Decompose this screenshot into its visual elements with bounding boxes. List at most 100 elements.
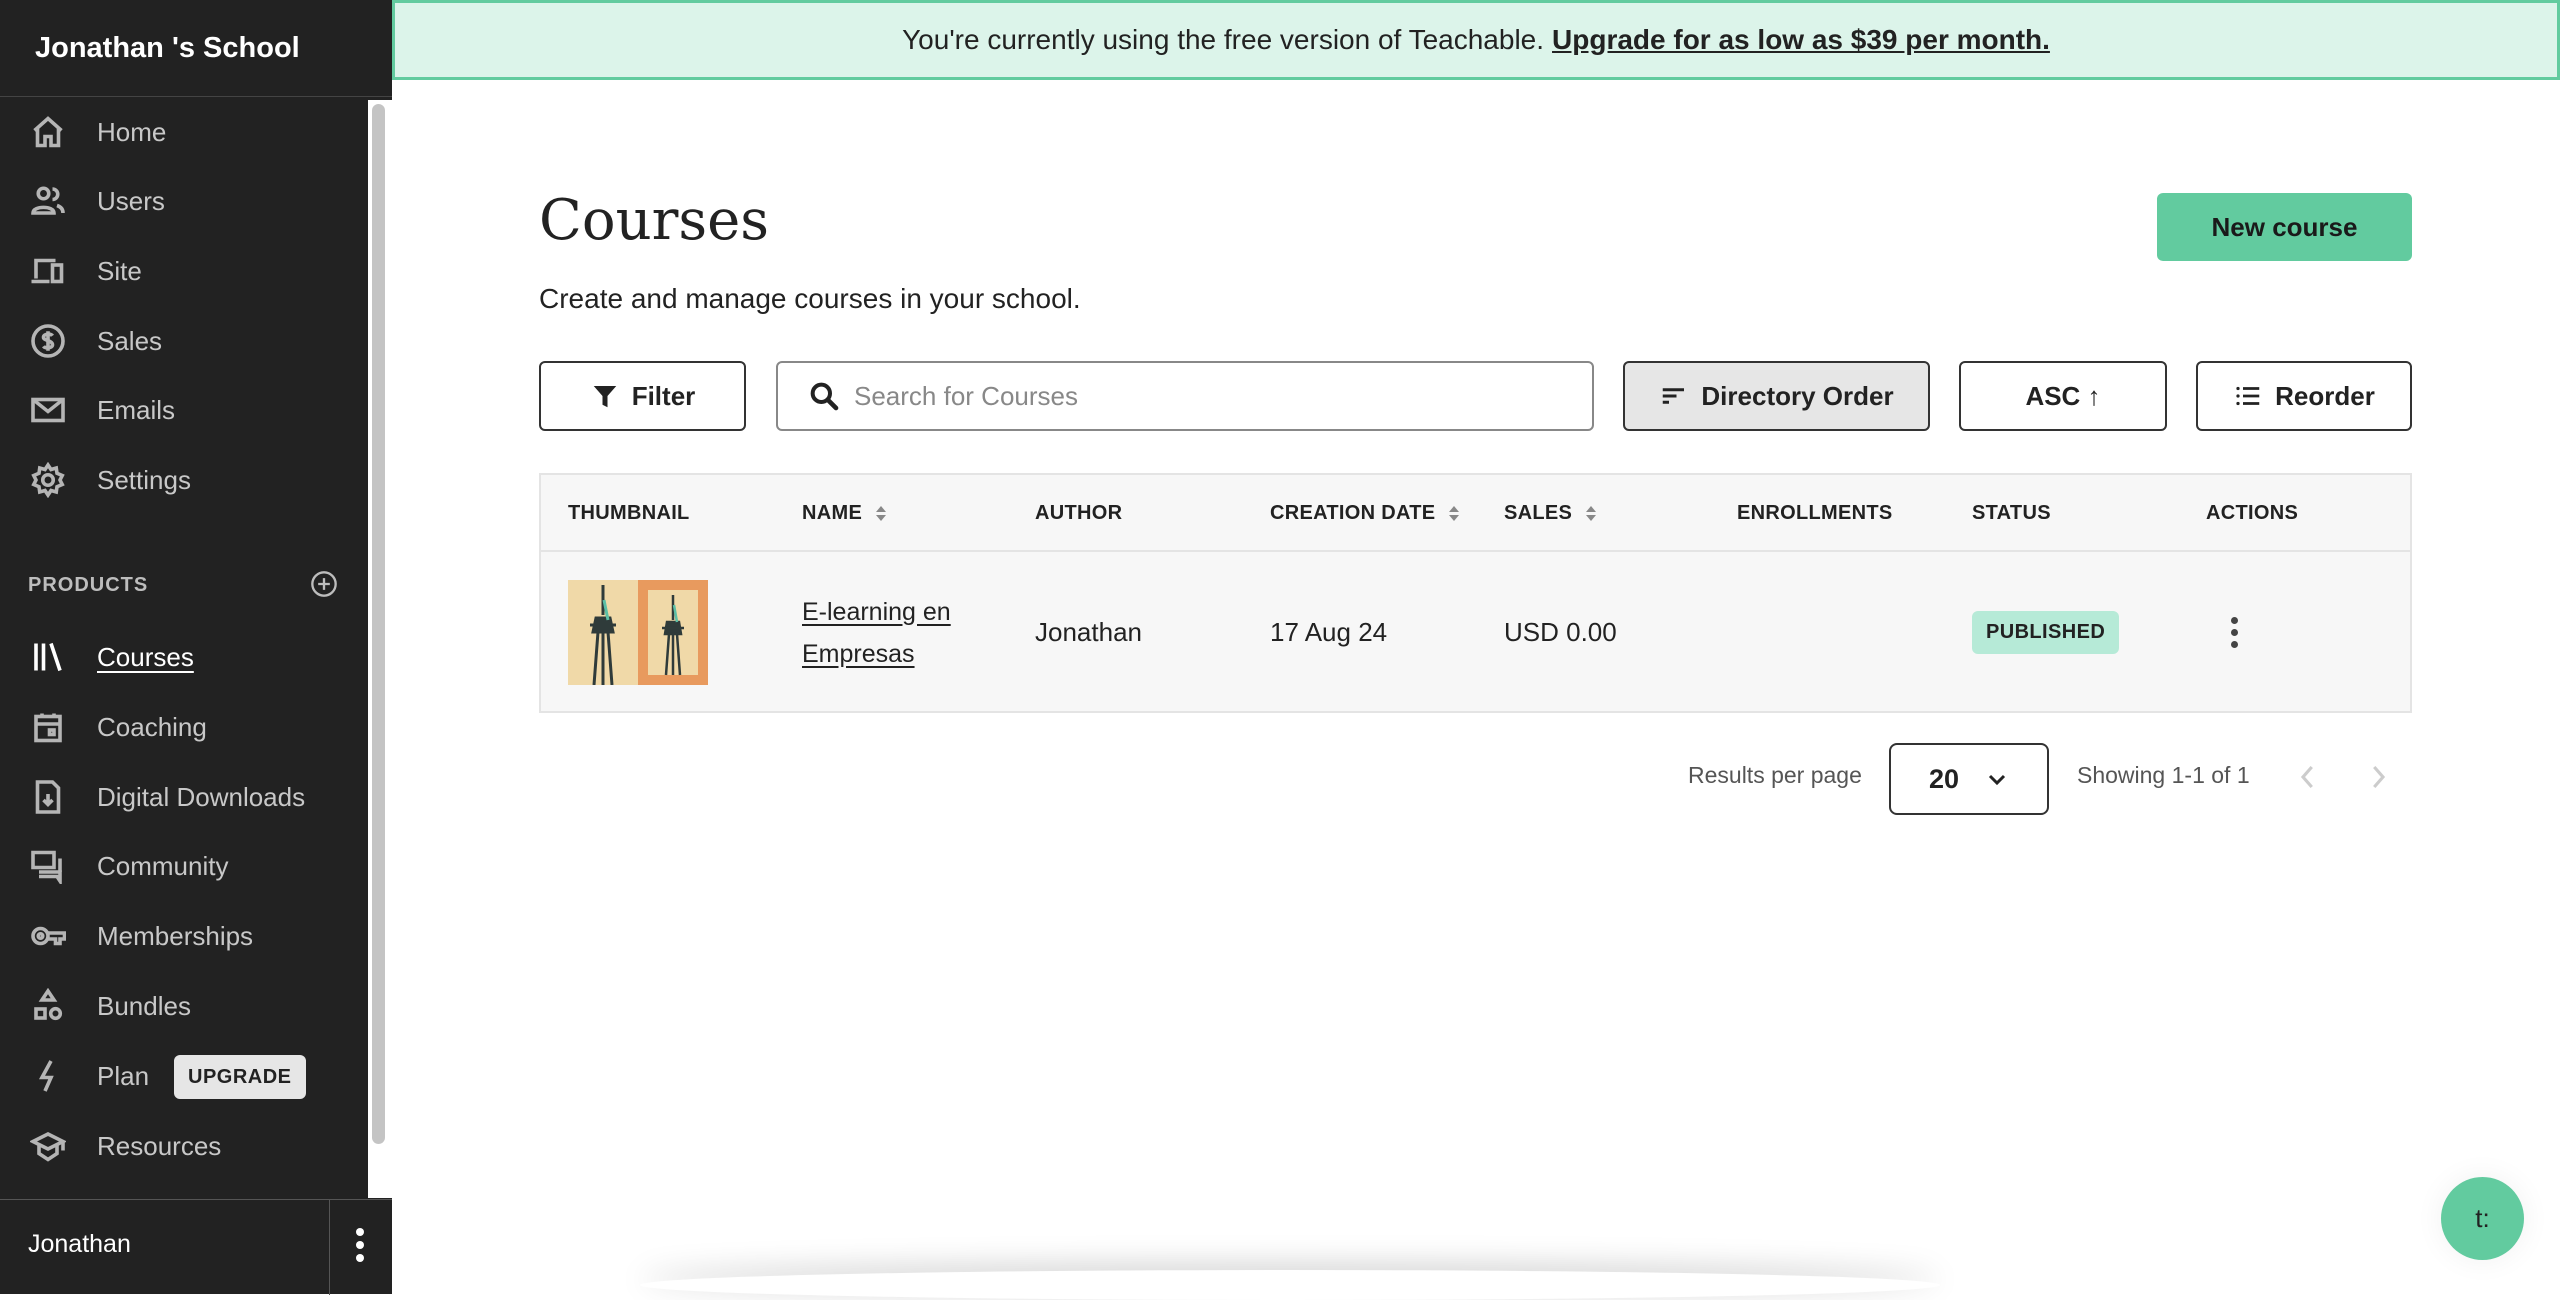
directory-order-button[interactable]: Directory Order (1623, 361, 1930, 431)
user-menu-button[interactable] (340, 1220, 380, 1270)
sort-icon (1586, 506, 1597, 521)
banner-text: You're currently using the free version … (902, 24, 1545, 55)
sort-direction-button[interactable]: ASC ↑ (1959, 361, 2167, 431)
sidebar-scrollbar[interactable] (368, 100, 392, 1198)
products-section-label: PRODUCTS (28, 574, 149, 596)
filter-icon (593, 386, 616, 408)
direction-label: ASC ↑ (2025, 380, 2101, 411)
course-name-cell: E-learning en Empresas (802, 552, 972, 713)
sidebar-item-coaching[interactable]: Coaching (0, 699, 368, 755)
page-title: Courses (539, 188, 770, 253)
sidebar-item-label: Bundles (97, 990, 191, 1021)
kebab-dot (356, 1228, 364, 1236)
mail-icon (28, 390, 68, 430)
sidebar-item-label: Site (97, 255, 142, 286)
results-per-page-label: Results per page (1688, 762, 1862, 788)
sidebar-item-label: Users (97, 185, 165, 216)
sidebar-item-resources[interactable]: Resources (0, 1118, 368, 1174)
sidebar-item-label: Home (97, 116, 167, 147)
sidebar-item-emails[interactable]: Emails (0, 382, 368, 438)
sort-icon (1449, 506, 1460, 521)
upgrade-banner: You're currently using the free version … (392, 0, 2560, 80)
bottom-shadow (640, 1270, 1940, 1300)
file-download-icon (28, 777, 68, 817)
scrollbar-thumb[interactable] (372, 104, 385, 1144)
chevron-left-icon (2300, 765, 2313, 789)
sidebar-item-courses[interactable]: Courses (0, 629, 368, 685)
chat-widget-button[interactable]: t: (2441, 1177, 2524, 1260)
status-cell: PUBLISHED (1972, 552, 2120, 713)
filter-button[interactable]: Filter (539, 361, 746, 431)
sidebar-item-label: Settings (97, 464, 191, 495)
graduation-cap-icon (28, 1126, 68, 1166)
next-page-button[interactable] (2363, 762, 2393, 792)
home-icon (28, 112, 68, 152)
sidebar: Jonathan 's School Home Users Site Sales… (0, 0, 392, 1295)
sidebar-item-label: Sales (97, 325, 163, 356)
users-icon (28, 181, 68, 221)
column-header-actions: ACTIONS (2206, 502, 2299, 524)
school-name: Jonathan 's School (35, 31, 300, 64)
prev-page-button[interactable] (2293, 762, 2323, 792)
sidebar-item-settings[interactable]: Settings (0, 452, 368, 508)
status-badge: PUBLISHED (1972, 611, 2120, 654)
current-user-name[interactable]: Jonathan (28, 1230, 131, 1259)
results-per-page-select[interactable]: 20 (1889, 743, 2049, 815)
sidebar-item-label: Plan (97, 1060, 150, 1091)
column-header-name[interactable]: NAME (802, 475, 887, 552)
course-name-link[interactable]: E-learning en Empresas (802, 591, 972, 675)
add-product-button[interactable] (310, 570, 338, 598)
school-header[interactable]: Jonathan 's School (0, 0, 392, 97)
sidebar-item-home[interactable]: Home (0, 104, 368, 160)
devices-icon (28, 251, 68, 291)
column-header-thumbnail: THUMBNAIL (568, 502, 690, 524)
search-icon (810, 382, 839, 411)
search-field[interactable] (776, 361, 1594, 431)
dollar-circle-icon (28, 321, 68, 361)
sidebar-item-site[interactable]: Site (0, 243, 368, 299)
sidebar-item-bundles[interactable]: Bundles (0, 978, 368, 1034)
search-input[interactable] (854, 380, 1554, 412)
column-header-creation-date[interactable]: CREATION DATE (1270, 475, 1460, 552)
kebab-dot (356, 1254, 364, 1262)
filter-label: Filter (631, 380, 696, 411)
column-header-author: AUTHOR (1035, 502, 1123, 524)
reorder-label: Reorder (2275, 380, 2375, 411)
sort-icon (876, 506, 887, 521)
sidebar-item-community[interactable]: Community (0, 838, 368, 894)
upgrade-badge[interactable]: UPGRADE (174, 1055, 306, 1099)
new-course-button[interactable]: New course (2157, 193, 2412, 261)
sidebar-item-label: Courses (97, 641, 194, 672)
column-header-enrollments: ENROLLMENTS (1737, 502, 1893, 524)
sidebar-item-digital-downloads[interactable]: Digital Downloads (0, 769, 368, 825)
sidebar-item-label: Community (97, 850, 229, 881)
chevron-right-icon (2373, 765, 2386, 789)
sidebar-item-label: Digital Downloads (97, 781, 306, 812)
footer-divider (329, 1200, 330, 1295)
sidebar-item-label: Coaching (97, 711, 207, 742)
sidebar-item-sales[interactable]: Sales (0, 313, 368, 369)
courses-table: THUMBNAIL NAME AUTHOR CREATION DATE SALE… (539, 473, 2412, 713)
order-label: Directory Order (1701, 380, 1894, 411)
course-creation-date: 17 Aug 24 (1270, 617, 1388, 647)
sidebar-footer: Jonathan (0, 1199, 392, 1295)
gear-icon (28, 460, 68, 500)
course-thumbnail[interactable] (568, 552, 708, 713)
kebab-icon (2219, 617, 2249, 648)
sidebar-item-label: Emails (97, 394, 176, 425)
course-author: Jonathan (1035, 617, 1142, 647)
sidebar-item-memberships[interactable]: Memberships (0, 908, 368, 964)
sidebar-item-users[interactable]: Users (0, 173, 368, 229)
lightning-icon (28, 1056, 68, 1096)
column-header-sales[interactable]: SALES (1504, 475, 1597, 552)
reorder-button[interactable]: Reorder (2196, 361, 2412, 431)
row-actions-button[interactable] (2219, 552, 2249, 713)
page-subtitle: Create and manage courses in your school… (539, 283, 1081, 314)
chat-bubbles-icon (28, 846, 68, 886)
chat-widget-label: t: (2475, 1203, 2490, 1233)
upgrade-link[interactable]: Upgrade for as low as $39 per month. (1552, 24, 2050, 56)
plus-circle-icon (311, 571, 337, 597)
sidebar-item-label: Memberships (97, 920, 254, 951)
showing-count: Showing 1-1 of 1 (2077, 762, 2250, 788)
sort-lines-icon (1663, 388, 1685, 404)
